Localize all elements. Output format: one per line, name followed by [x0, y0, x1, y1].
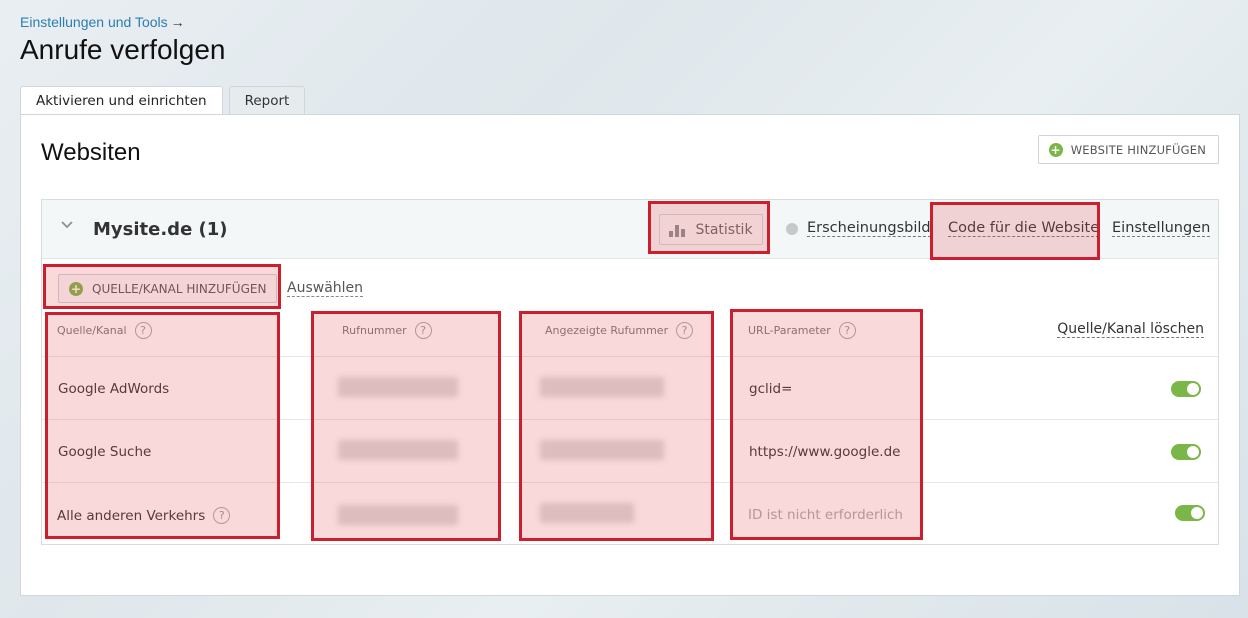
column-header-url-param: URL-Parameter ?: [748, 322, 856, 339]
site-name: Mysite.de (1): [93, 219, 228, 240]
settings-link[interactable]: Einstellungen: [1112, 220, 1211, 237]
breadcrumb[interactable]: Einstellungen und Tools →: [20, 14, 185, 30]
main-panel: Websiten + WEBSITE HINZUFÜGEN Mysite.de …: [20, 114, 1240, 596]
column-header-source-label: Quelle/Kanal: [57, 324, 127, 337]
statistik-label: Statistik: [695, 221, 753, 238]
displayed-phone-redacted: [540, 440, 664, 460]
status-dot-icon: [786, 223, 798, 235]
source-toggle[interactable]: [1171, 381, 1201, 397]
arrow-right-icon: →: [170, 14, 185, 30]
source-name-cell: Alle anderen Verkehrs ?: [57, 507, 231, 524]
url-param-value: ID ist nicht erforderlich: [748, 507, 903, 523]
add-source-button[interactable]: + QUELLE/KANAL HINZUFÜGEN: [58, 274, 278, 303]
column-header-source: Quelle/Kanal ?: [57, 322, 152, 339]
help-icon[interactable]: ?: [213, 507, 231, 524]
add-source-label: QUELLE/KANAL HINZUFÜGEN: [92, 281, 267, 296]
table-row: Alle anderen Verkehrs ? ID ist nicht erf…: [42, 482, 1218, 545]
displayed-phone-redacted: [540, 503, 634, 523]
phone-number-redacted: [338, 440, 458, 460]
select-link[interactable]: Auswählen: [287, 280, 364, 297]
column-header-displayed-phone: Angezeigte Rufummer ?: [545, 322, 694, 339]
site-header: Mysite.de (1) Statistik Erscheinungsbild…: [42, 200, 1218, 259]
phone-number-redacted: [338, 377, 458, 397]
displayed-phone-redacted: [540, 377, 664, 397]
help-icon[interactable]: ?: [838, 322, 856, 339]
column-header-displayed-phone-label: Angezeigte Rufummer: [545, 324, 669, 337]
source-toggle[interactable]: [1175, 505, 1205, 521]
table-row: Google Suche https://www.google.de: [42, 419, 1218, 482]
source-toggle[interactable]: [1171, 444, 1201, 460]
tab-report[interactable]: Report: [228, 86, 306, 115]
add-website-label: WEBSITE HINZUFÜGEN: [1070, 142, 1206, 157]
tab-bar: Aktivieren und einrichten Report: [20, 86, 311, 116]
source-name: Google AdWords: [58, 381, 170, 397]
statistik-button[interactable]: Statistik: [659, 214, 763, 245]
plus-icon: +: [1048, 142, 1063, 157]
column-header-phone-label: Rufnummer: [342, 324, 407, 337]
bar-chart-icon: [669, 224, 686, 237]
help-icon[interactable]: ?: [134, 322, 152, 339]
table-row: Google AdWords gclid=: [42, 356, 1218, 419]
plus-icon: +: [69, 281, 83, 296]
source-name: Google Suche: [58, 444, 152, 460]
url-param-value: gclid=: [749, 381, 793, 397]
help-icon[interactable]: ?: [676, 322, 694, 339]
breadcrumb-link[interactable]: Einstellungen und Tools: [20, 14, 168, 30]
column-header-phone: Rufnummer ?: [342, 322, 432, 339]
help-icon[interactable]: ?: [414, 322, 432, 339]
url-param-value: https://www.google.de: [749, 444, 901, 460]
phone-number-redacted: [338, 505, 458, 525]
tab-activate-setup[interactable]: Aktivieren und einrichten: [20, 86, 223, 116]
add-website-button[interactable]: + WEBSITE HINZUFÜGEN: [1037, 135, 1219, 164]
page-title: Anrufe verfolgen: [20, 34, 226, 65]
appearance-link[interactable]: Erscheinungsbild: [807, 220, 931, 237]
column-header-url-param-label: URL-Parameter: [748, 324, 831, 337]
section-title: Websiten: [41, 139, 141, 166]
site-card: Mysite.de (1) Statistik Erscheinungsbild…: [41, 199, 1219, 545]
delete-source-link[interactable]: Quelle/Kanal löschen: [1057, 321, 1204, 338]
website-code-link[interactable]: Code für die Website: [948, 220, 1100, 237]
chevron-down-icon[interactable]: [60, 218, 74, 232]
source-name: Alle anderen Verkehrs: [57, 507, 206, 524]
